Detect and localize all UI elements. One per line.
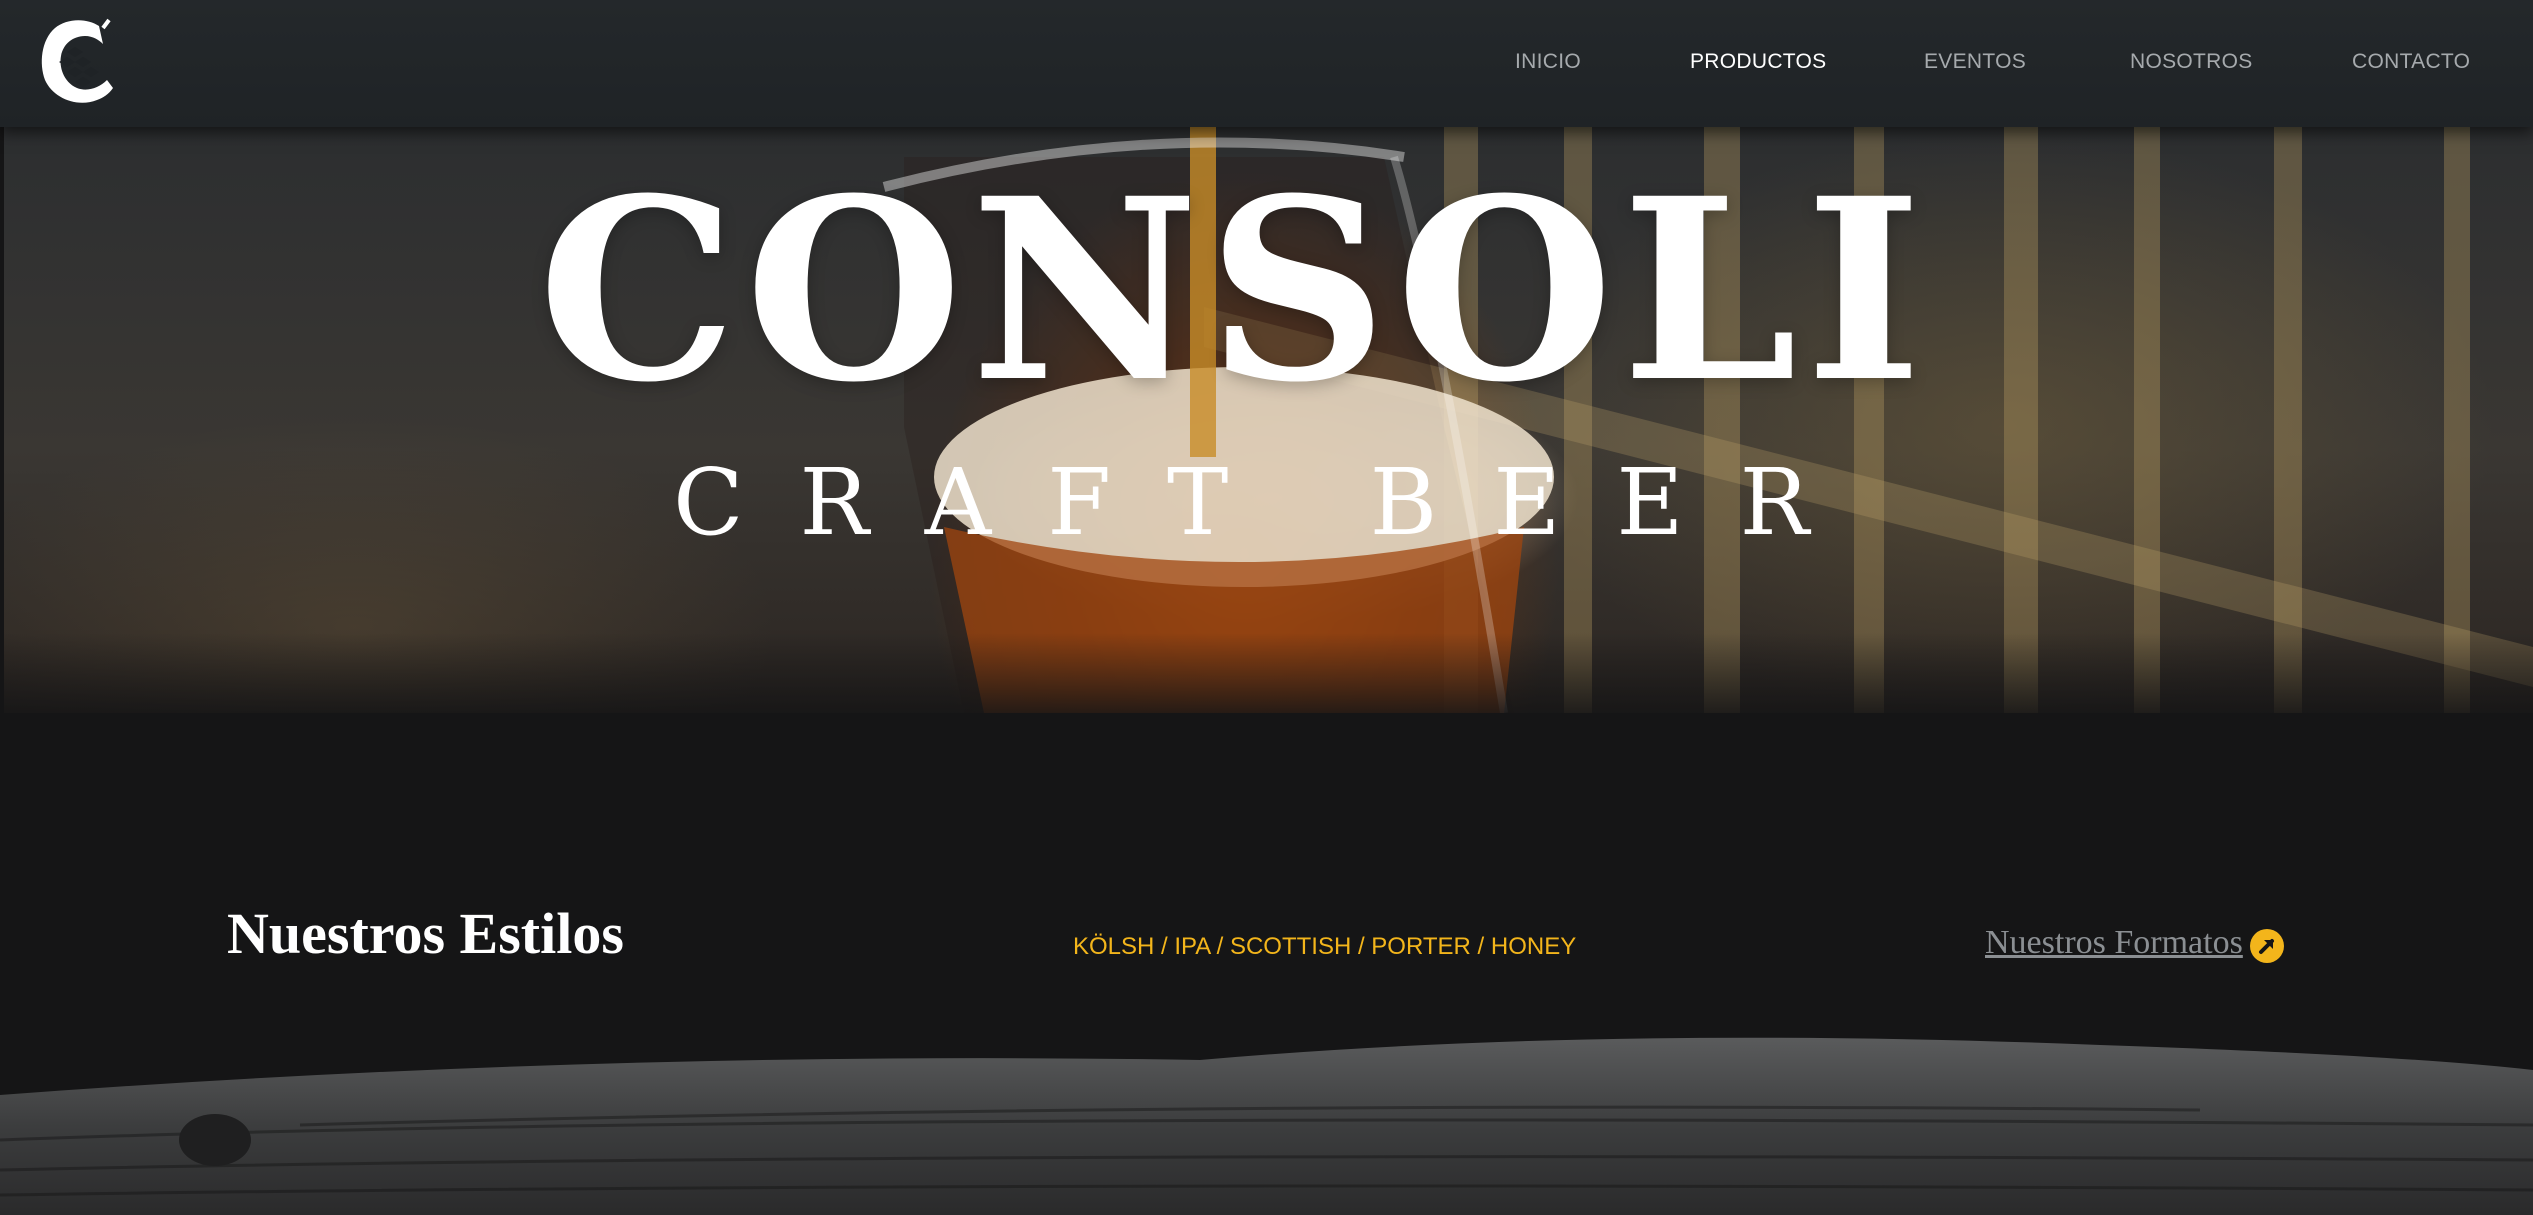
formats-link-label: Nuestros Formatos <box>1985 924 2243 961</box>
hero-subtitle: CRAFT BEER <box>673 449 1865 556</box>
nav-item-nosotros[interactable]: NOSOTROS <box>2130 50 2253 74</box>
formats-link[interactable]: Nuestros Formatos <box>1985 922 2285 964</box>
nav-item-inicio[interactable]: INICIO <box>1515 50 1581 74</box>
styles-heading: Nuestros Estilos <box>227 901 624 966</box>
styles-list: KÖLSH / IPA / SCOTTISH / PORTER / HONEY <box>1073 933 1577 960</box>
hop-c-logo-icon[interactable] <box>37 16 115 108</box>
wood-texture-footer <box>0 1037 2533 1215</box>
arrow-up-right-circle-icon <box>2249 929 2284 963</box>
hero-banner: CONSOLI CRAFT BEER <box>4 127 2533 713</box>
top-navbar: INICIO PRODUCTOS EVENTOS NOSOTROS CONTAC… <box>0 0 2533 127</box>
nav-item-eventos[interactable]: EVENTOS <box>1924 50 2026 74</box>
hero-title: CONSOLI <box>537 143 1931 437</box>
nav-item-contacto[interactable]: CONTACTO <box>2352 50 2470 74</box>
hero-fade <box>4 633 2533 713</box>
nav-item-productos[interactable]: PRODUCTOS <box>1690 50 1827 74</box>
